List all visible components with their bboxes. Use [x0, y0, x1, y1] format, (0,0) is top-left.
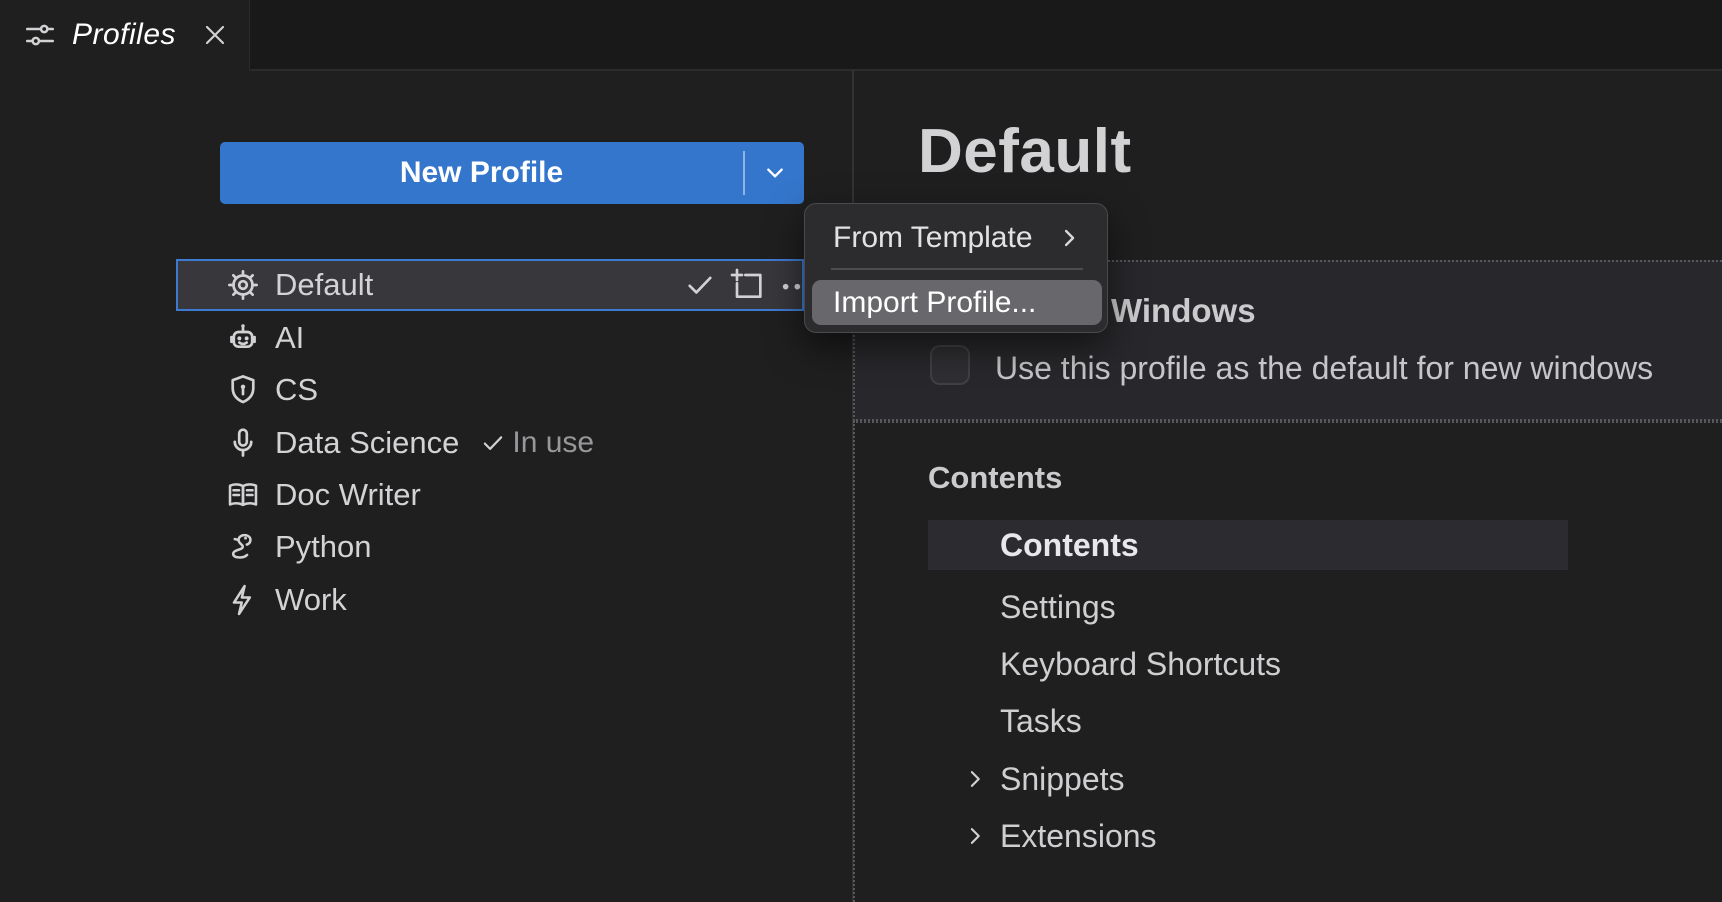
profile-name: Work [275, 582, 347, 618]
row-actions [178, 261, 802, 309]
contents-row-tasks[interactable]: Tasks [928, 696, 1568, 746]
contents-row-label: Extensions [1000, 818, 1157, 855]
lightning-icon [224, 581, 262, 619]
snake-icon [224, 528, 262, 566]
contents-row-snippets[interactable]: Snippets [928, 754, 1568, 804]
profile-row-ai[interactable]: AI [176, 312, 804, 364]
contents-row-extensions[interactable]: Extensions [928, 811, 1568, 861]
in-use-label: In use [512, 426, 594, 460]
contents-row-keyboard-shortcuts[interactable]: Keyboard Shortcuts [928, 639, 1568, 689]
robot-icon [224, 319, 262, 357]
gear-icon [224, 266, 262, 304]
contents-heading: Contents [928, 460, 1062, 496]
tab-title: Profiles [72, 18, 185, 52]
menu-separator [831, 268, 1083, 270]
profile-name: Default [275, 267, 373, 303]
profile-row-work[interactable]: Work [176, 574, 804, 626]
menu-item-label: Import Profile... [833, 286, 1036, 320]
new-window-icon[interactable] [727, 265, 767, 305]
contents-row-settings[interactable]: Settings [928, 582, 1568, 632]
profile-name: Data Science [275, 425, 459, 461]
new-profile-split-button: New Profile [220, 142, 804, 204]
profile-row-cs[interactable]: CS [176, 364, 804, 416]
chevron-right-icon[interactable] [960, 764, 990, 794]
tab-profiles[interactable]: Profiles [0, 0, 250, 70]
book-icon [224, 476, 262, 514]
profile-row-data-science[interactable]: Data Science In use [176, 417, 804, 469]
submenu-chevron-right-icon [1055, 224, 1083, 252]
chevron-down-icon [759, 157, 791, 189]
profile-name: AI [275, 320, 304, 356]
check-icon [478, 428, 508, 458]
new-profile-dropdown-button[interactable] [745, 142, 804, 204]
contents-row-label: Tasks [1000, 703, 1082, 740]
tab-bar [0, 0, 1722, 70]
close-icon[interactable] [199, 19, 231, 51]
contents-row-contents[interactable]: Contents [928, 520, 1568, 570]
tab-bar-border [250, 69, 1722, 71]
profile-row-default[interactable]: Default [176, 259, 804, 311]
contents-row-label: Snippets [1000, 761, 1125, 798]
profile-name: Python [275, 529, 372, 565]
new-profile-button[interactable]: New Profile [220, 142, 743, 204]
default-for-new-windows-checkbox[interactable] [930, 345, 970, 385]
new-profile-context-menu: From Template Import Profile... [804, 203, 1108, 333]
profile-detail-title: Default [918, 116, 1132, 187]
settings-sliders-icon [22, 17, 58, 53]
profile-row-python[interactable]: Python [176, 521, 804, 573]
check-icon [681, 266, 719, 304]
in-use-badge: In use [478, 426, 594, 460]
contents-row-label: Keyboard Shortcuts [1000, 646, 1281, 683]
menu-item-from-template[interactable]: From Template [805, 215, 1107, 261]
contents-row-label: Settings [1000, 589, 1116, 626]
menu-item-import-profile[interactable]: Import Profile... [812, 280, 1102, 325]
profile-row-doc-writer[interactable]: Doc Writer [176, 469, 804, 521]
profile-name: CS [275, 372, 318, 408]
chevron-right-icon[interactable] [960, 821, 990, 851]
menu-item-label: From Template [833, 221, 1033, 255]
profile-name: Doc Writer [275, 477, 421, 513]
shield-icon [224, 371, 262, 409]
microphone-icon [224, 424, 262, 462]
contents-row-label: Contents [1000, 527, 1139, 564]
checkbox-label: Use this profile as the default for new … [995, 350, 1653, 387]
contents-section: Contents Contents Settings Keyboard Shor… [853, 421, 1722, 902]
